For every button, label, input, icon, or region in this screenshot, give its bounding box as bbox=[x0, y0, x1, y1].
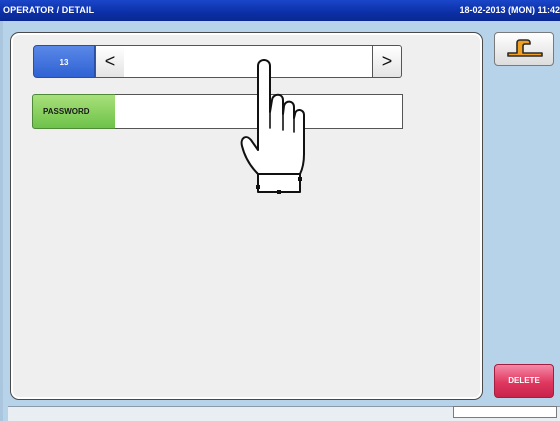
screen: OPERATOR / DETAIL 18-02-2013 (MON) 11:42… bbox=[0, 0, 560, 421]
chevron-right-icon: > bbox=[381, 51, 393, 71]
left-edge bbox=[0, 21, 3, 421]
chevron-left-icon: < bbox=[104, 51, 116, 71]
title-bar: OPERATOR / DETAIL 18-02-2013 (MON) 11:42 bbox=[0, 0, 560, 21]
password-label: PASSWORD bbox=[32, 94, 116, 129]
delete-button[interactable]: DELETE bbox=[494, 364, 554, 398]
next-operator-button[interactable]: > bbox=[372, 45, 402, 78]
return-arrow-icon bbox=[507, 39, 543, 57]
datetime: 18-02-2013 (MON) 11:42 bbox=[459, 5, 560, 15]
operator-number-badge: 13 bbox=[33, 45, 95, 78]
previous-operator-button[interactable]: < bbox=[95, 45, 125, 78]
tap-hand-icon bbox=[240, 59, 305, 194]
status-box bbox=[453, 406, 557, 418]
page-title: OPERATOR / DETAIL bbox=[3, 5, 95, 15]
back-button[interactable] bbox=[494, 32, 554, 66]
